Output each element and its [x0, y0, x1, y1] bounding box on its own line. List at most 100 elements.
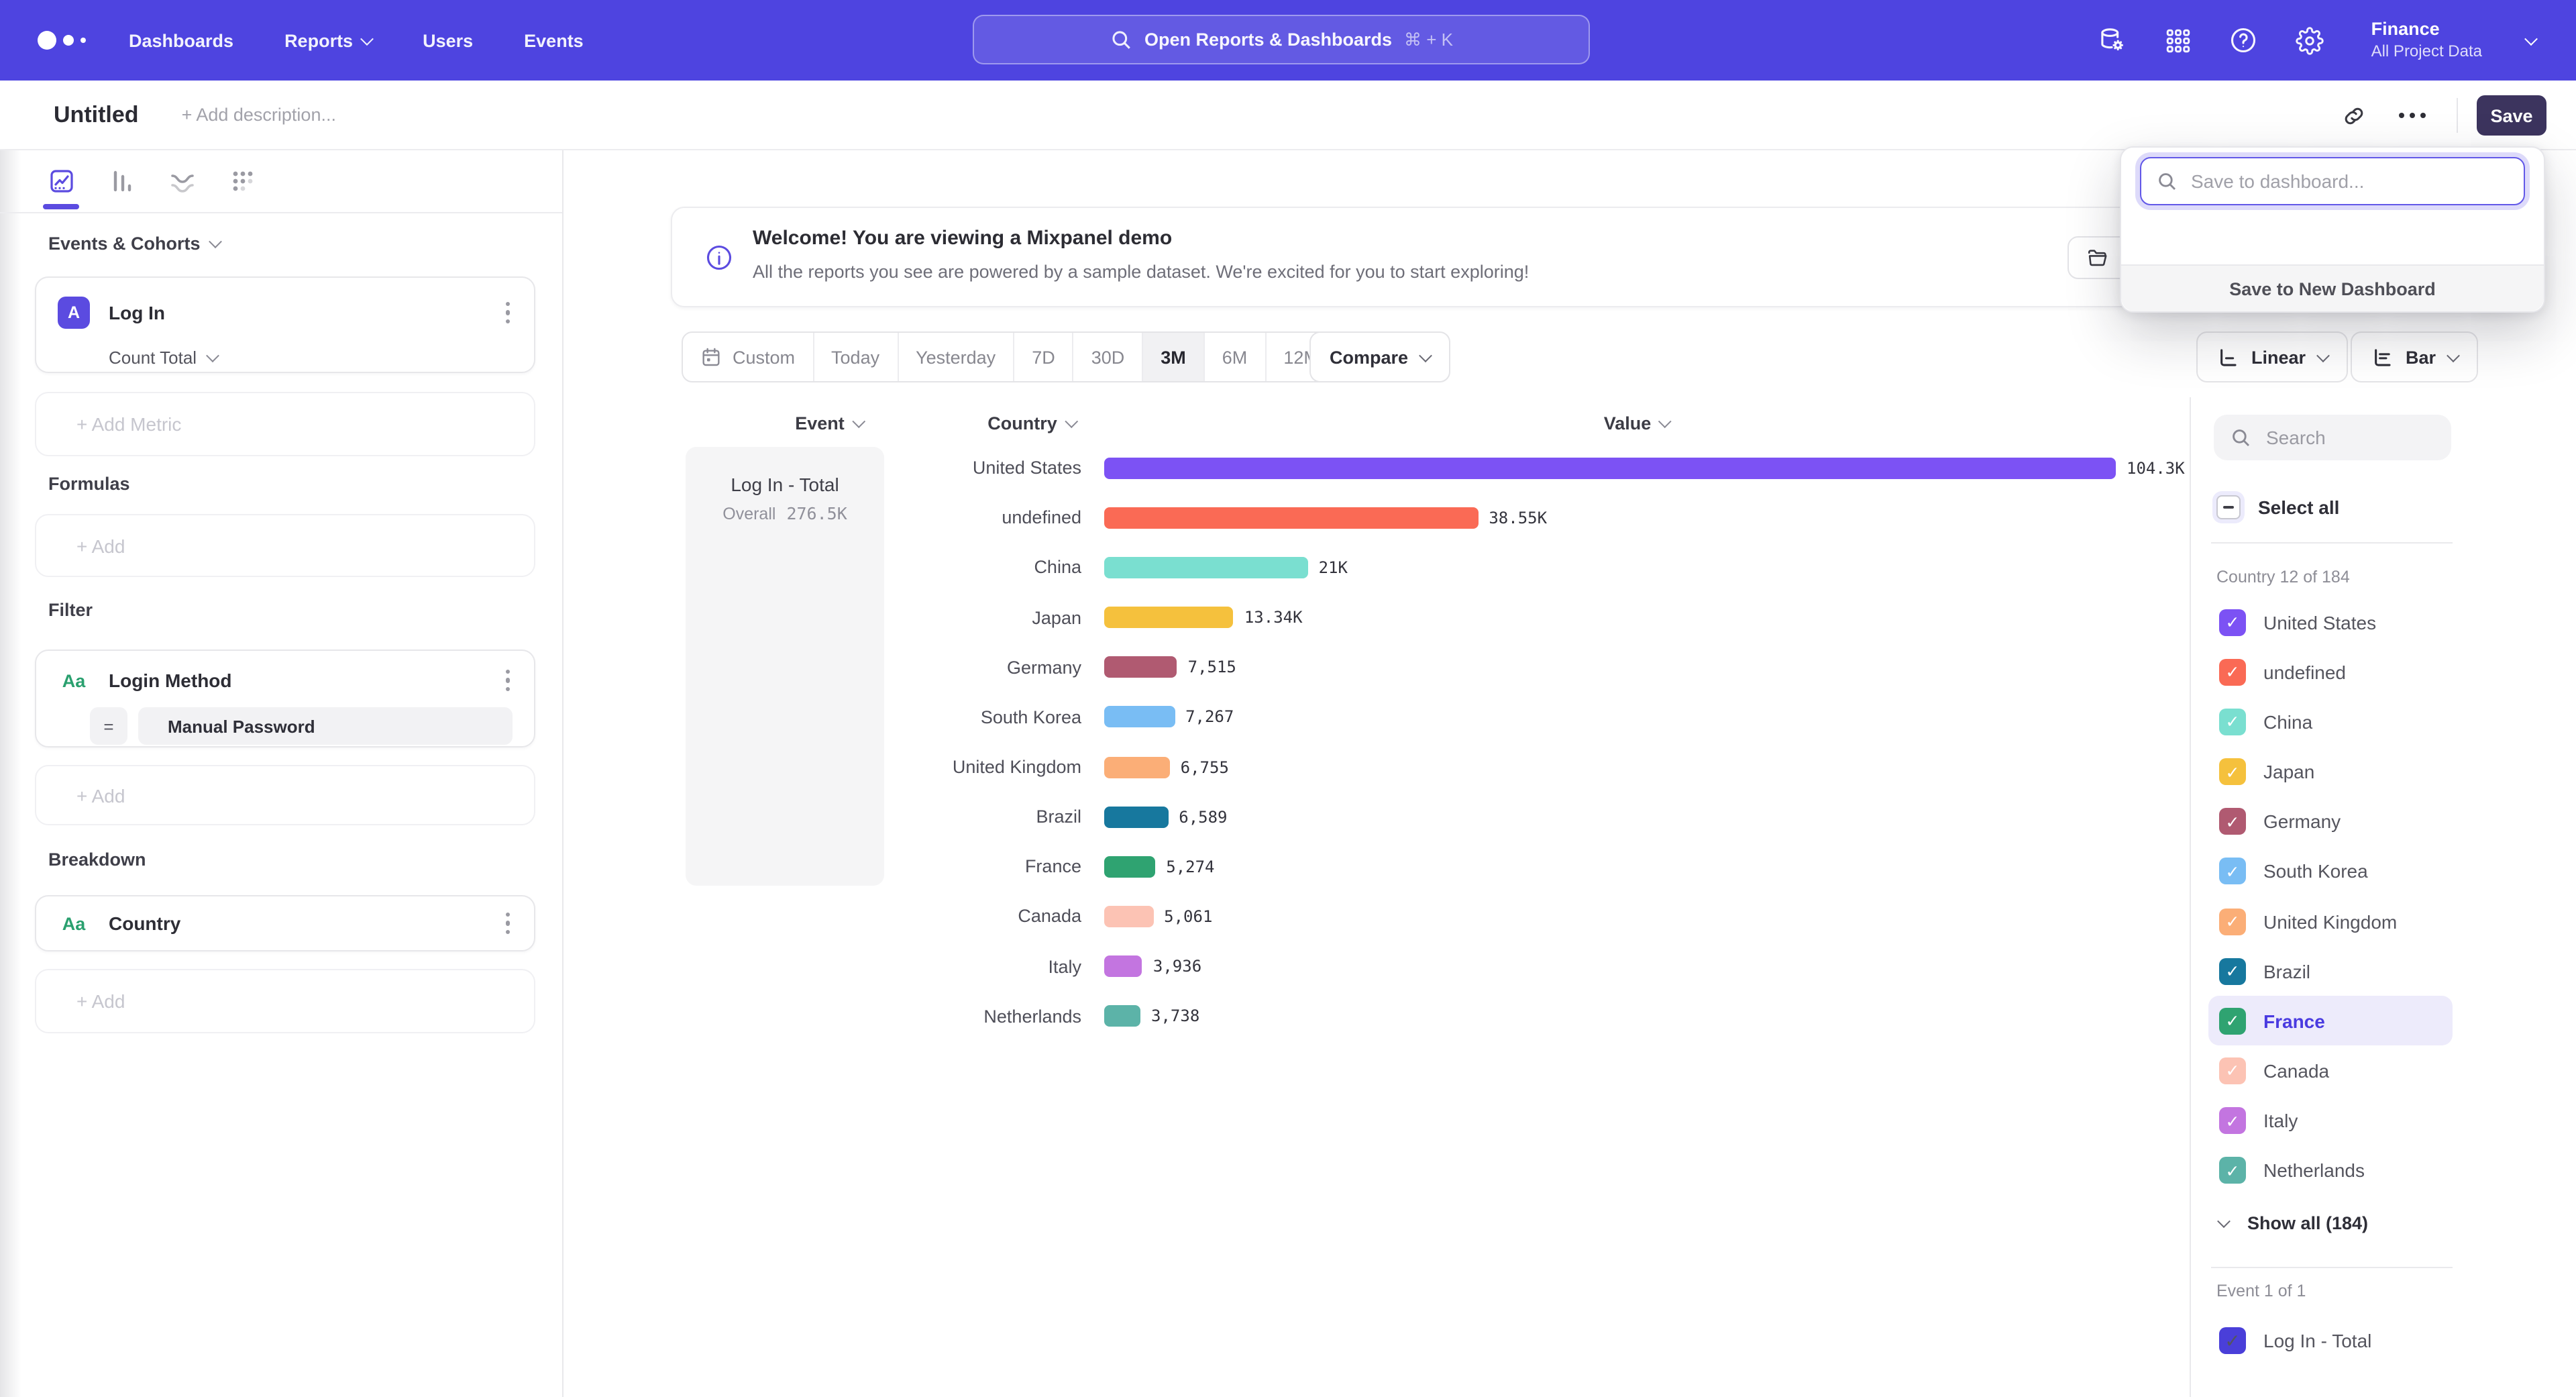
country-checkbox-checked[interactable]: ✓: [2219, 908, 2246, 935]
range-yesterday[interactable]: Yesterday: [898, 333, 1014, 381]
bar[interactable]: [1104, 806, 1168, 827]
country-checkbox-checked[interactable]: ✓: [2219, 1008, 2246, 1035]
folder-open-icon: [2086, 246, 2109, 269]
add-breakdown-button[interactable]: + Add: [35, 969, 535, 1033]
apps-grid-icon[interactable]: [2163, 25, 2193, 55]
legend-country-row[interactable]: ✓Brazil: [2208, 946, 2453, 996]
metric-aggregation-dropdown[interactable]: Count Total: [36, 340, 534, 374]
nav-item-reports[interactable]: Reports: [284, 30, 372, 50]
nav-item-dashboards[interactable]: Dashboards: [129, 30, 233, 50]
legend-country-row[interactable]: ✓Canada: [2208, 1046, 2453, 1096]
column-header-value[interactable]: Value: [1604, 413, 1670, 433]
bar[interactable]: [1104, 457, 2116, 478]
help-icon[interactable]: [2229, 25, 2259, 55]
country-checkbox-checked[interactable]: ✓: [2219, 858, 2246, 885]
settings-gear-icon[interactable]: [2295, 25, 2324, 55]
select-all-row[interactable]: Select all: [2216, 490, 2339, 525]
legend-country-row[interactable]: ✓France: [2208, 996, 2453, 1046]
data-management-icon[interactable]: [2098, 25, 2127, 55]
legend-country-row[interactable]: ✓China: [2208, 697, 2453, 747]
legend-country-row[interactable]: ✓United States: [2208, 597, 2453, 647]
add-description-field[interactable]: + Add description...: [182, 105, 336, 125]
legend-country-row[interactable]: ✓Italy: [2208, 1096, 2453, 1145]
bar[interactable]: [1104, 507, 1478, 528]
tab-retention[interactable]: [225, 164, 260, 199]
more-options-button[interactable]: [2390, 93, 2435, 138]
nav-item-events[interactable]: Events: [524, 30, 584, 50]
metric-event-name[interactable]: Log In: [109, 302, 500, 323]
breakdown-kebab-menu-icon[interactable]: [500, 907, 515, 940]
breakdown-property-name[interactable]: Country: [109, 913, 500, 934]
bar[interactable]: [1104, 1006, 1140, 1027]
save-dashboard-input[interactable]: [2188, 169, 2502, 193]
add-filter-button[interactable]: + Add: [35, 765, 535, 825]
filter-property-name[interactable]: Login Method: [109, 670, 500, 691]
country-checkbox-checked[interactable]: ✓: [2219, 658, 2246, 685]
country-checkbox-checked[interactable]: ✓: [2219, 1057, 2246, 1084]
legend-country-row[interactable]: ✓undefined: [2208, 647, 2453, 696]
chart-controls-row: Custom Today Yesterday 7D 30D 3M 6M 12M …: [564, 331, 2576, 382]
nav-item-users[interactable]: Users: [423, 30, 473, 50]
copy-link-button[interactable]: [2330, 93, 2376, 138]
save-dashboard-search-field[interactable]: [2140, 157, 2525, 205]
chart-row: China21K: [564, 543, 2187, 592]
add-formula-button[interactable]: + Add: [35, 514, 535, 577]
legend-event-row[interactable]: ✓ Log In - Total: [2219, 1321, 2371, 1361]
project-switcher[interactable]: Finance All Project Data: [2371, 19, 2482, 62]
range-custom[interactable]: Custom: [683, 333, 814, 381]
range-3m-active[interactable]: 3M: [1143, 333, 1205, 381]
save-button[interactable]: Save: [2477, 95, 2546, 136]
filter-card[interactable]: Aa Login Method = Manual Password: [35, 650, 535, 747]
range-7d[interactable]: 7D: [1014, 333, 1074, 381]
bar[interactable]: [1104, 955, 1142, 977]
range-30d[interactable]: 30D: [1074, 333, 1144, 381]
events-cohorts-section-header[interactable]: Events & Cohorts: [48, 234, 221, 254]
breakdown-card[interactable]: Aa Country: [35, 895, 535, 951]
country-checkbox-checked[interactable]: ✓: [2219, 958, 2246, 984]
country-checkbox-checked[interactable]: ✓: [2219, 808, 2246, 835]
select-all-checkbox-indeterminate[interactable]: [2216, 495, 2241, 519]
country-checkbox-checked[interactable]: ✓: [2219, 758, 2246, 785]
legend-search-input[interactable]: [2263, 425, 2430, 450]
legend-country-row[interactable]: ✓United Kingdom: [2208, 896, 2453, 946]
legend-country-row[interactable]: ✓Netherlands: [2208, 1145, 2453, 1195]
country-checkbox-checked[interactable]: ✓: [2219, 1107, 2246, 1134]
legend-country-row[interactable]: ✓South Korea: [2208, 847, 2453, 896]
country-checkbox-checked[interactable]: ✓: [2219, 709, 2246, 735]
range-6m[interactable]: 6M: [1205, 333, 1267, 381]
event-checkbox-checked[interactable]: ✓: [2219, 1327, 2246, 1354]
scale-dropdown[interactable]: Linear: [2196, 331, 2347, 382]
bar[interactable]: [1104, 656, 1177, 678]
mixpanel-logo-icon[interactable]: [38, 31, 86, 50]
filter-value-dropdown[interactable]: Manual Password: [138, 707, 513, 745]
metric-kebab-menu-icon[interactable]: [500, 297, 515, 329]
report-title[interactable]: Untitled: [54, 101, 139, 128]
save-to-new-dashboard-button[interactable]: Save to New Dashboard: [2121, 264, 2544, 311]
filter-operator-dropdown[interactable]: =: [90, 707, 127, 745]
compare-button[interactable]: Compare: [1309, 331, 1450, 382]
chart-type-dropdown[interactable]: Bar: [2351, 331, 2477, 382]
global-search-input[interactable]: Open Reports & Dashboards ⌘ + K: [973, 15, 1590, 64]
add-metric-button[interactable]: + Add Metric: [35, 392, 535, 456]
bar[interactable]: [1104, 607, 1234, 628]
legend-country-row[interactable]: ✓Japan: [2208, 747, 2453, 796]
tab-funnels[interactable]: [105, 164, 140, 199]
tab-flows[interactable]: [165, 164, 200, 199]
bar[interactable]: [1104, 756, 1170, 778]
legend-search-field[interactable]: [2214, 415, 2451, 460]
chart-row: France5,274: [564, 842, 2187, 892]
bar[interactable]: [1104, 906, 1153, 927]
column-header-country[interactable]: Country: [987, 413, 1076, 433]
filter-kebab-menu-icon[interactable]: [500, 664, 515, 697]
country-checkbox-checked[interactable]: ✓: [2219, 609, 2246, 635]
tab-insights[interactable]: [44, 164, 79, 199]
bar[interactable]: [1104, 707, 1175, 728]
bar[interactable]: [1104, 856, 1155, 878]
country-checkbox-checked[interactable]: ✓: [2219, 1157, 2246, 1184]
bar[interactable]: [1104, 557, 1308, 578]
metric-card[interactable]: A Log In Count Total: [35, 276, 535, 373]
column-header-event[interactable]: Event: [795, 413, 863, 433]
show-all-toggle[interactable]: Show all (184): [2219, 1205, 2368, 1240]
legend-country-row[interactable]: ✓Germany: [2208, 796, 2453, 846]
range-today[interactable]: Today: [814, 333, 898, 381]
